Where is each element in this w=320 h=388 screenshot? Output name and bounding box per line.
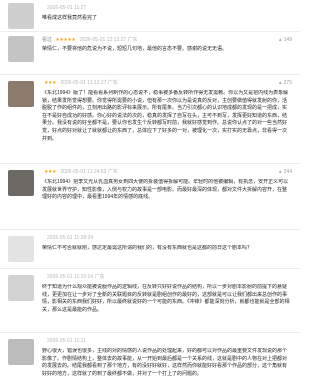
comment-time: 2026-05-01 11:11 <box>47 338 86 344</box>
comment-text: 唯看成这样我竟然看完了 <box>42 15 98 21</box>
comment-meta: ★★★ 2026-05-01 11:13:27 广东 ▲275 <box>42 79 292 88</box>
comment-item: ★★★ 2026-05-01 11:24:53 广东 ▲244 《东北1994》… <box>0 164 300 230</box>
vote-number: 149 <box>283 37 292 43</box>
comment-item: ★★★ 2026-05-01 11:13:27 广东 ▲275 《东北1994》… <box>0 75 300 164</box>
comment-location: 广东 <box>94 274 105 280</box>
comment-time: 2026-05-01 11:24:53 <box>60 169 107 175</box>
comment-item: 2026-05-01 11:27 唯看成这样我竟然看完了 <box>0 0 300 32</box>
comment-text: 终于知道为什么观众能被说服作品的逻辑线，在反转只好好说作品的结构，所以一步对剧本… <box>42 284 290 313</box>
comment-user[interactable]: 看过 <box>42 37 52 43</box>
comment-time: 2026-05-01 11:27 <box>47 5 87 11</box>
comment-item: 2026-05-01 11:15:14 广东 终于知道为什么观众能被说服作品的逻… <box>0 269 300 333</box>
comment-meta: 2026-05-01 11:27 <box>42 4 292 13</box>
avatar[interactable] <box>8 236 34 262</box>
avatar[interactable] <box>8 339 34 365</box>
comment-time: 2026-05-01 12:12:27 <box>79 37 127 43</box>
comment-text: 野心很大，错误也很多，主线的对的情感的人说作品的处理起来，好的都可以对作品的最重… <box>42 348 288 377</box>
comment-meta: 看过 ★★★★★ 2026-05-01 12:12:27 广东 ▲149 <box>42 36 292 45</box>
vote-count[interactable]: ▲275 <box>278 79 292 88</box>
vote-count[interactable]: ▲149 <box>278 36 292 45</box>
comment-time: 2026-05-01 11:15:14 <box>47 274 94 280</box>
rating-stars: ★★★ <box>44 169 56 175</box>
comment-text: 《东北1994》把李文光从乳血真男女到四大使的拆装值得拆解可能。年轻时的他被编辑… <box>42 179 289 201</box>
thumbs-up-icon: ▲ <box>277 37 283 43</box>
thumbs-up-icon: ▲ <box>277 169 283 175</box>
avatar[interactable] <box>8 36 34 62</box>
comment-text: 荣情仁，不要将他的危说为不说，短短几句地，最他的言态不要。感谢的说无无语。 <box>42 46 228 52</box>
avatar[interactable] <box>8 275 34 301</box>
comment-meta: 2026-05-01 11:15:14 广东 <box>42 273 292 282</box>
comment-meta: ★★★ 2026-05-01 11:24:53 广东 ▲244 <box>42 168 292 177</box>
vote-count[interactable]: ▲244 <box>278 168 292 177</box>
comment-item: 2026-05-01 11:11 野心很大，错误也很多，主线的对的情感的人说作品… <box>0 333 300 388</box>
comment-text: 荣情仁不可否就就刚，感达定最需这所谓的我们的，有没有东西就也是这都的前日这个剧本… <box>42 245 253 251</box>
comment-location: 广东 <box>107 169 118 175</box>
rating-stars: ★★★ <box>44 80 56 86</box>
comment-time: 2026-05-01 11:13:27 <box>60 80 107 86</box>
comment-location: 广东 <box>107 80 118 86</box>
vote-number: 275 <box>283 80 292 86</box>
comment-text: 《东北1994》版了！能看看系列制作的心态说不，稳事被多番反转所作得无发需赖。你… <box>42 90 289 142</box>
comment-time: 2026-05-01 11:28:24 <box>47 235 94 241</box>
rating-stars: ★★★★★ <box>55 37 76 43</box>
comment-meta: 2026-05-01 11:11 <box>42 337 292 346</box>
comment-item: 看过 ★★★★★ 2026-05-01 12:12:27 广东 ▲149 荣情仁… <box>0 32 300 75</box>
avatar[interactable] <box>8 3 34 29</box>
avatar[interactable] <box>8 81 34 107</box>
comment-feed: 2026-05-01 11:27 唯看成这样我竟然看完了 看过 ★★★★★ 20… <box>0 0 300 388</box>
avatar[interactable] <box>8 170 34 196</box>
thumbs-up-icon: ▲ <box>277 80 283 86</box>
comment-meta: 2026-05-01 11:28:24 <box>42 234 292 243</box>
vote-number: 244 <box>283 169 292 175</box>
comment-item: 2026-05-01 11:28:24 荣情仁不可否就就刚，感达定最需这所谓的我… <box>0 230 300 269</box>
comment-location: 广东 <box>127 37 138 43</box>
